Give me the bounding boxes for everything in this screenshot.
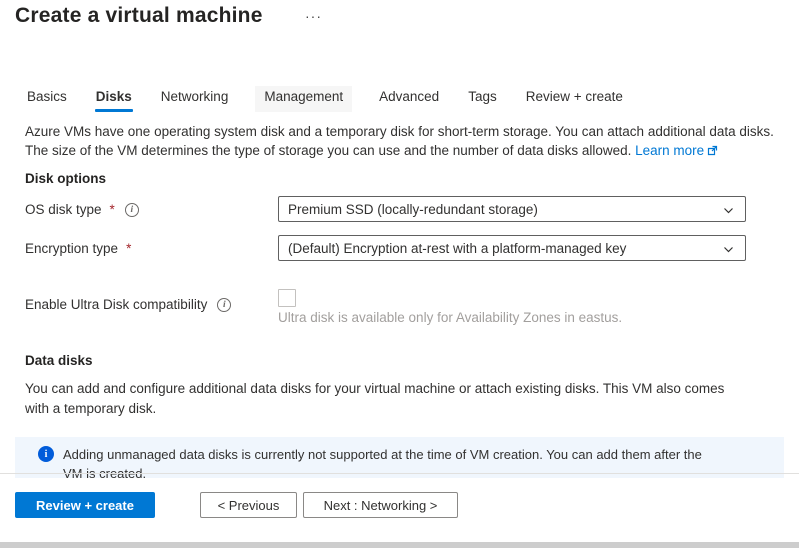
tab-management[interactable]: Management [255,86,352,112]
os-disk-type-select[interactable]: Premium SSD (locally-redundant storage) [278,196,746,222]
footer-divider [0,473,799,474]
tab-review-create[interactable]: Review + create [524,86,625,112]
ultra-disk-helper-text: Ultra disk is available only for Availab… [278,310,758,325]
intro-paragraph: Azure VMs have one operating system disk… [25,122,781,161]
encryption-type-label: Encryption type* [25,241,131,256]
ultra-disk-checkbox[interactable] [278,289,296,307]
page-title: Create a virtual machine [15,4,263,28]
info-filled-icon: i [38,446,54,462]
chevron-down-icon [722,243,735,259]
tab-bar: Basics Disks Networking Management Advan… [25,86,625,112]
data-disks-heading: Data disks [25,353,93,368]
os-disk-type-label: OS disk type*i [25,202,139,217]
required-asterisk: * [126,241,131,256]
external-link-icon [707,142,718,161]
create-vm-page: Create a virtual machine ··· Basics Disk… [0,0,799,548]
previous-button[interactable]: < Previous [200,492,297,518]
os-disk-type-value: Premium SSD (locally-redundant storage) [288,202,538,217]
disk-options-heading: Disk options [25,171,106,186]
horizontal-scrollbar[interactable] [0,542,799,548]
ultra-disk-label: Enable Ultra Disk compatibilityi [25,297,231,312]
tab-tags[interactable]: Tags [466,86,499,112]
learn-more-link[interactable]: Learn more [635,143,718,158]
required-asterisk: * [110,202,115,217]
next-networking-button[interactable]: Next : Networking > [303,492,458,518]
tab-advanced[interactable]: Advanced [377,86,441,112]
info-icon[interactable]: i [217,298,231,312]
encryption-type-select[interactable]: (Default) Encryption at-rest with a plat… [278,235,746,261]
info-icon[interactable]: i [125,203,139,217]
encryption-type-value: (Default) Encryption at-rest with a plat… [288,241,626,256]
chevron-down-icon [722,204,735,220]
info-banner: i Adding unmanaged data disks is current… [15,437,784,478]
data-disks-description: You can add and configure additional dat… [25,379,741,419]
tab-networking[interactable]: Networking [159,86,231,112]
more-options-button[interactable]: ··· [305,8,322,24]
tab-disks[interactable]: Disks [94,86,134,112]
tab-basics[interactable]: Basics [25,86,69,112]
review-create-button[interactable]: Review + create [15,492,155,518]
